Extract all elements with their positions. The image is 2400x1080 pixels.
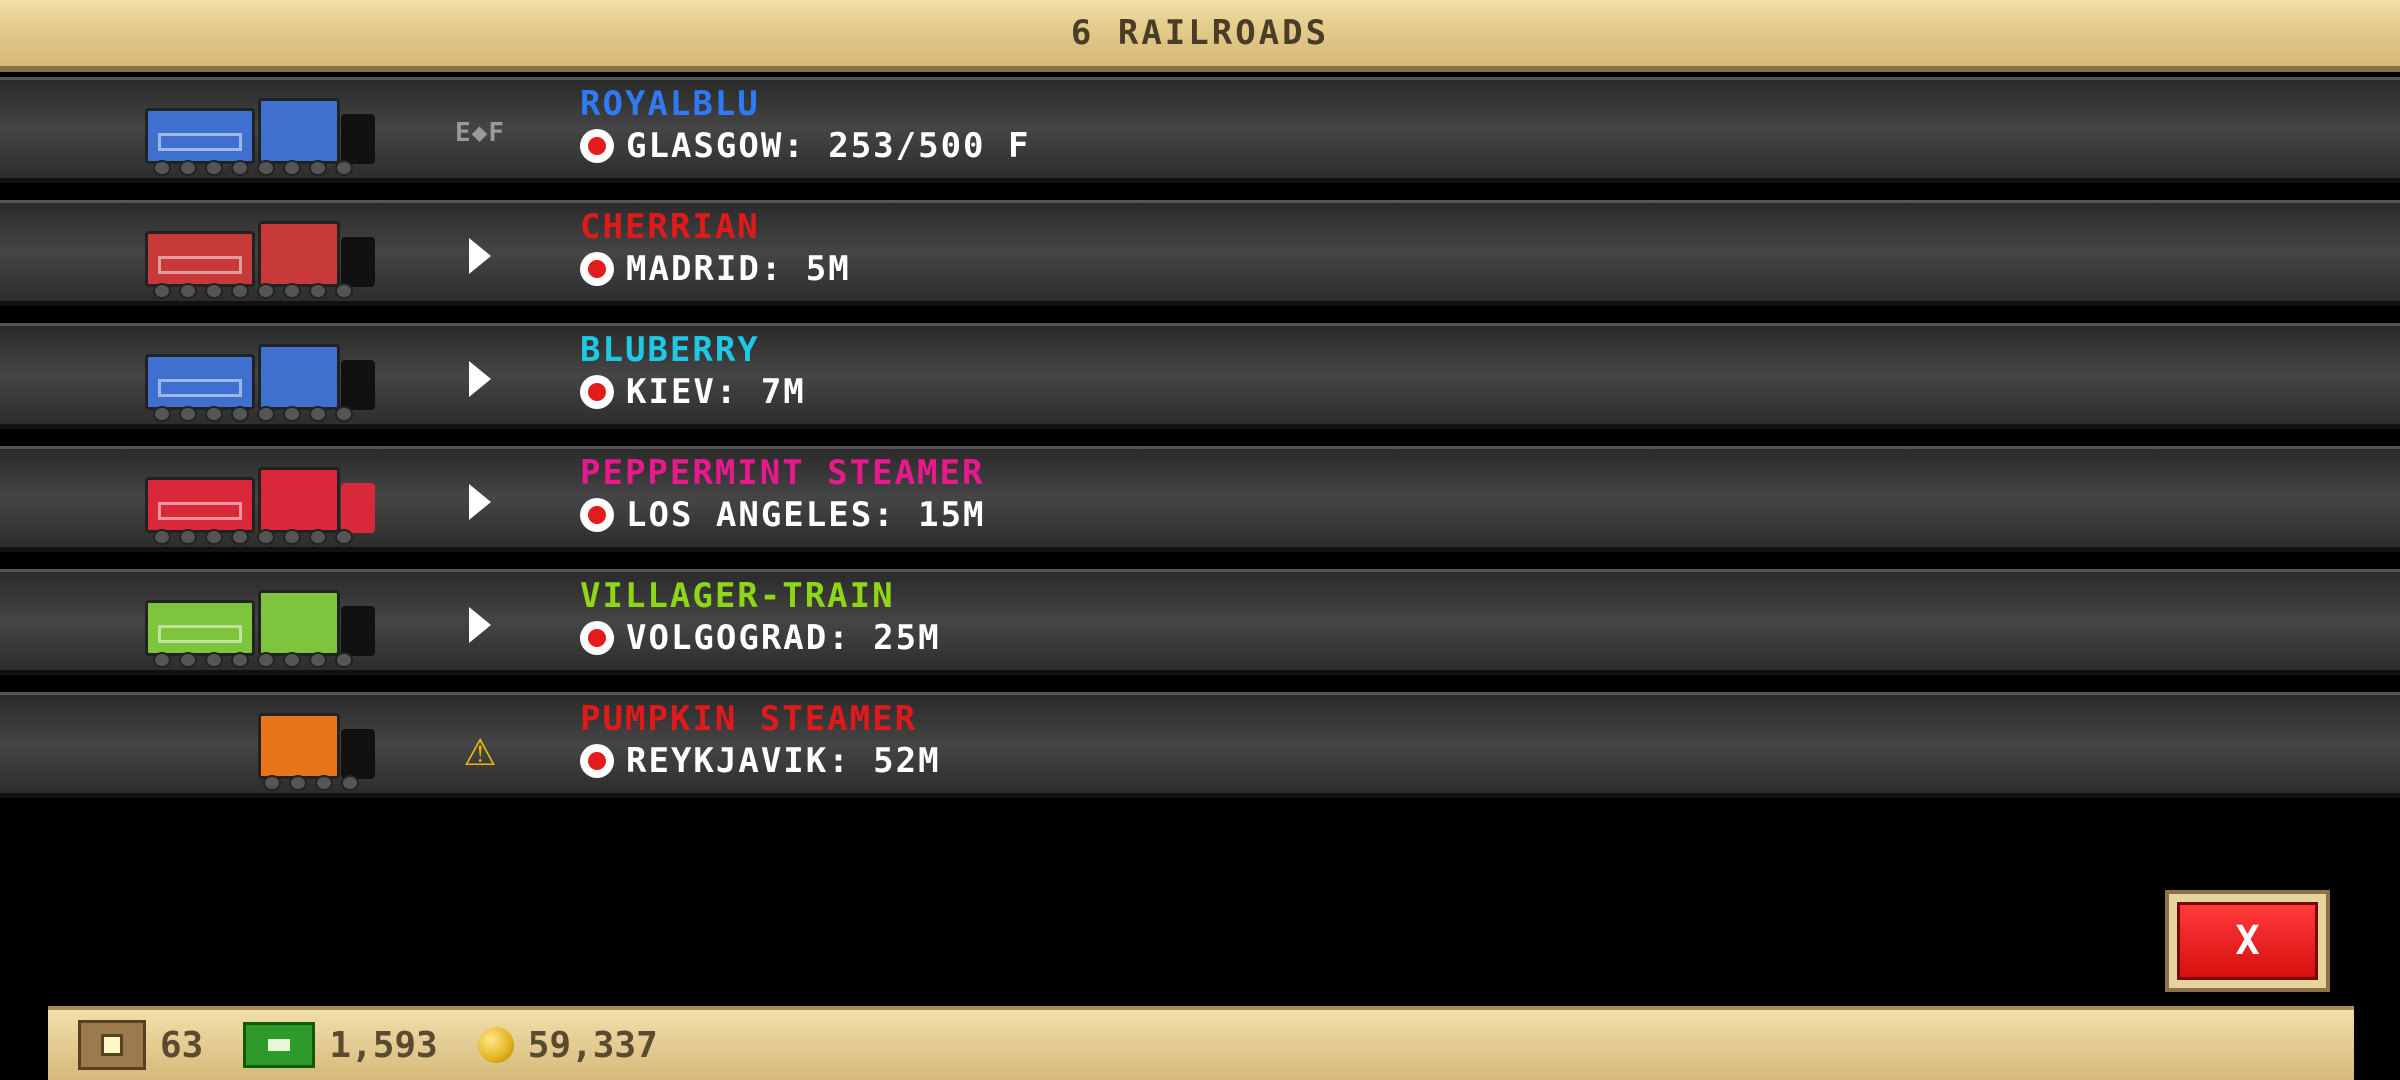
destination-label: LOS ANGELES: 15M [626, 495, 986, 535]
play-icon[interactable] [445, 479, 515, 525]
railroad-name: PUMPKIN STEAMER [580, 699, 918, 739]
location-pin-icon [580, 375, 614, 409]
resource-bar: 63 1,593 59,337 [48, 1006, 2354, 1080]
play-icon[interactable] [445, 602, 515, 648]
coins-counter: 59,337 [477, 1024, 658, 1066]
close-icon: X [2177, 902, 2318, 980]
train-sprite [145, 709, 375, 791]
crates-counter: 63 [78, 1020, 203, 1070]
cash-value: 1,593 [329, 1024, 438, 1066]
tender-car [145, 600, 255, 656]
railroad-row[interactable]: PEPPERMINT STEAMER LOS ANGELES: 15M [0, 446, 2400, 552]
destination-label: VOLGOGRAD: 25M [626, 618, 941, 658]
title-bar: 6 RAILROADS [0, 0, 2400, 72]
destination: VOLGOGRAD: 25M [580, 618, 941, 658]
railroad-name: PEPPERMINT STEAMER [580, 453, 985, 493]
tender-car [145, 231, 255, 287]
destination-label: MADRID: 5M [626, 249, 851, 289]
location-pin-icon [580, 744, 614, 778]
locomotive [258, 467, 340, 533]
tender-car [145, 477, 255, 533]
railroad-row[interactable]: BLUBERRY KIEV: 7M [0, 323, 2400, 429]
destination: KIEV: 7M [580, 372, 806, 412]
railroad-name: CHERRIAN [580, 207, 760, 247]
train-sprite [145, 217, 375, 299]
tender-car [145, 354, 255, 410]
cash-icon [243, 1022, 316, 1068]
location-pin-icon [580, 252, 614, 286]
fuel-gauge-icon: E◆F [455, 118, 505, 148]
locomotive [258, 344, 340, 410]
railroad-name: VILLAGER-TRAIN [580, 576, 895, 616]
train-sprite [145, 94, 375, 176]
locomotive [258, 98, 340, 164]
railroad-row[interactable]: CHERRIAN MADRID: 5M [0, 200, 2400, 306]
close-button[interactable]: X [2165, 890, 2330, 992]
train-sprite [145, 463, 375, 545]
cash-counter: 1,593 [243, 1022, 438, 1068]
coin-icon [477, 1027, 514, 1063]
railroad-row[interactable]: E◆F ROYALBLU GLASGOW: 253/500 F [0, 77, 2400, 183]
page-title: 6 RAILROADS [1070, 13, 1330, 53]
railroad-name: BLUBERRY [580, 330, 760, 370]
locomotive [258, 590, 340, 656]
location-pin-icon [580, 498, 614, 532]
destination: LOS ANGELES: 15M [580, 495, 986, 535]
destination: REYKJAVIK: 52M [580, 741, 941, 781]
train-sprite [145, 340, 375, 422]
locomotive [258, 713, 340, 779]
destination-label: GLASGOW: 253/500 F [626, 126, 1031, 166]
train-sprite [145, 586, 375, 668]
warning-icon[interactable]: ⚠ [445, 722, 515, 774]
destination-label: KIEV: 7M [626, 372, 806, 412]
railroad-name: ROYALBLU [580, 84, 760, 124]
crate-icon [78, 1020, 146, 1070]
play-icon[interactable] [445, 356, 515, 402]
coins-value: 59,337 [527, 1024, 658, 1066]
railroad-row[interactable]: VILLAGER-TRAIN VOLGOGRAD: 25M [0, 569, 2400, 675]
destination-label: REYKJAVIK: 52M [626, 741, 941, 781]
location-pin-icon [580, 621, 614, 655]
crates-value: 63 [160, 1024, 204, 1066]
railroad-row[interactable]: ⚠ PUMPKIN STEAMER REYKJAVIK: 52M [0, 692, 2400, 798]
destination: GLASGOW: 253/500 F [580, 126, 1030, 166]
play-icon[interactable] [445, 233, 515, 279]
locomotive [258, 221, 340, 287]
location-pin-icon [580, 129, 614, 163]
destination: MADRID: 5M [580, 249, 851, 289]
tender-car [145, 108, 255, 164]
